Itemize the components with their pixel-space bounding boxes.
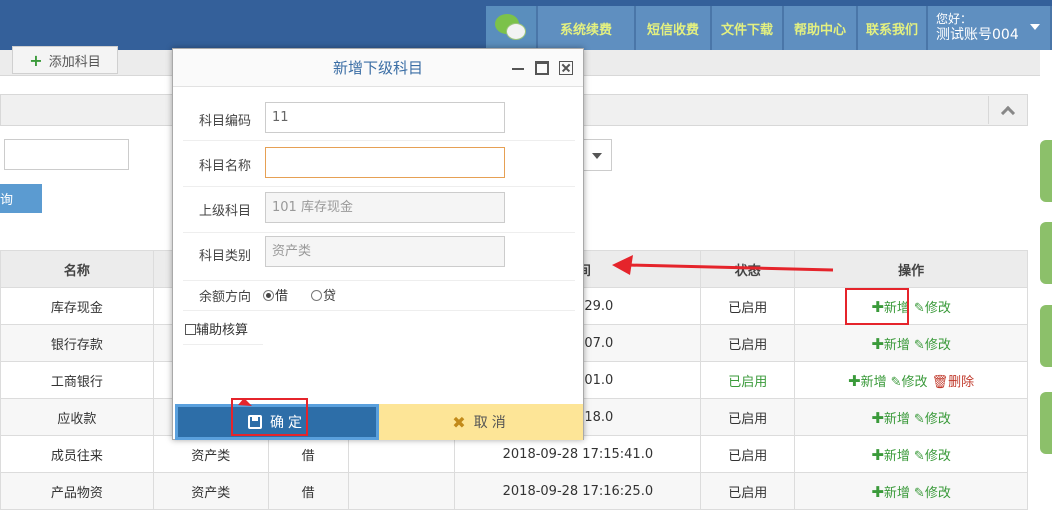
annotation-arrowhead xyxy=(612,255,633,275)
annotation-arrows xyxy=(238,255,834,406)
annotation-arrow-line xyxy=(627,263,834,272)
annotation-arrow-tip xyxy=(238,398,252,406)
